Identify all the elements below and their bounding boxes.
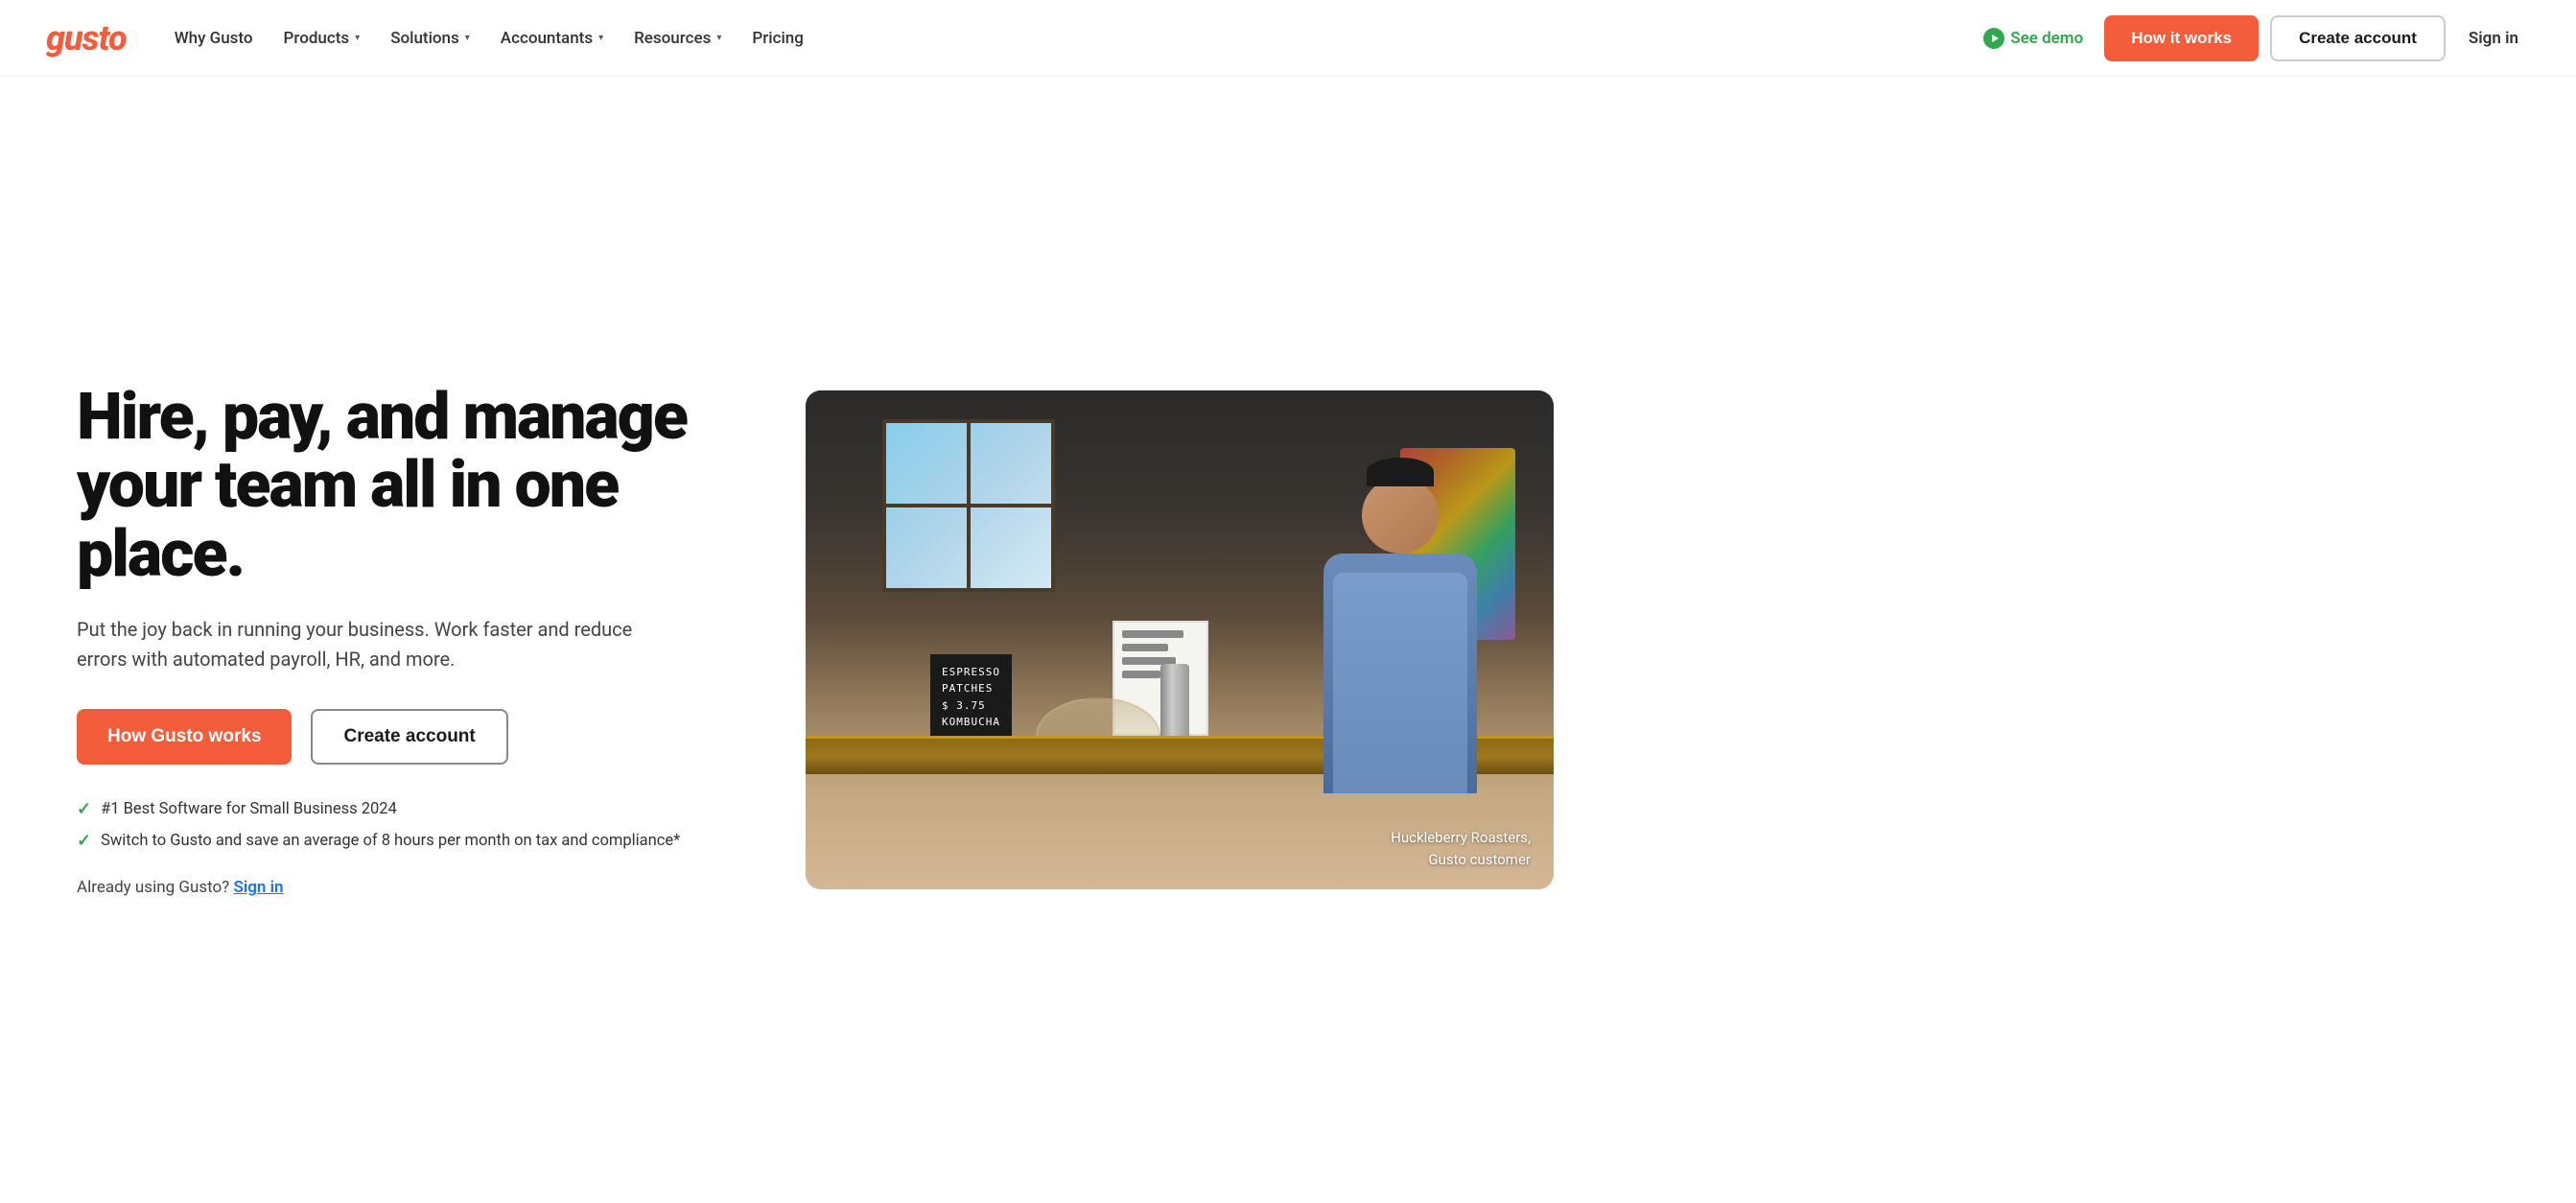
play-icon bbox=[1983, 28, 2004, 49]
nav-item-solutions[interactable]: Solutions ▾ bbox=[377, 21, 483, 56]
trust-item-1: ✓ #1 Best Software for Small Business 20… bbox=[77, 799, 729, 819]
hero-subtitle: Put the joy back in running your busines… bbox=[77, 615, 633, 674]
chevron-down-icon: ▾ bbox=[598, 33, 603, 43]
chevron-down-icon: ▾ bbox=[465, 33, 470, 43]
check-icon: ✓ bbox=[77, 831, 91, 851]
person-figure bbox=[1323, 477, 1477, 793]
how-it-works-button[interactable]: How it works bbox=[2104, 15, 2259, 61]
trust-item-2: ✓ Switch to Gusto and save an average of… bbox=[77, 831, 729, 851]
image-caption: Huckleberry Roasters, Gusto customer bbox=[1391, 827, 1531, 870]
nav-item-accountants[interactable]: Accountants ▾ bbox=[487, 21, 617, 56]
nav-label-resources: Resources bbox=[634, 29, 711, 48]
see-demo-link[interactable]: See demo bbox=[1974, 20, 2093, 57]
hero-image: ESPRESSOPATCHES$ 3.75KOMBUCHA Huckleberr… bbox=[806, 390, 1554, 889]
trust-text-2: Switch to Gusto and save an average of 8… bbox=[101, 832, 680, 850]
nav-item-resources[interactable]: Resources ▾ bbox=[621, 21, 735, 56]
nav-label-pricing: Pricing bbox=[752, 29, 804, 48]
hero-image-inner: ESPRESSOPATCHES$ 3.75KOMBUCHA Huckleberr… bbox=[806, 390, 1554, 889]
nav-item-products[interactable]: Products ▾ bbox=[270, 21, 374, 56]
see-demo-label: See demo bbox=[2010, 29, 2083, 48]
gusto-logo[interactable]: gusto bbox=[46, 18, 127, 59]
window-element bbox=[882, 419, 1055, 592]
trust-items: ✓ #1 Best Software for Small Business 20… bbox=[77, 799, 729, 851]
chevron-down-icon: ▾ bbox=[716, 33, 721, 43]
caption-line1: Huckleberry Roasters, bbox=[1391, 829, 1531, 846]
espresso-sign: ESPRESSOPATCHES$ 3.75KOMBUCHA bbox=[930, 654, 1012, 741]
window-cross-vertical bbox=[967, 423, 971, 588]
create-account-nav-button[interactable]: Create account bbox=[2270, 15, 2446, 61]
caption-line2: Gusto customer bbox=[1428, 851, 1531, 868]
check-icon: ✓ bbox=[77, 799, 91, 819]
person-head bbox=[1362, 477, 1439, 554]
navigation: gusto Why Gusto Products ▾ Solutions ▾ A… bbox=[0, 0, 2576, 77]
menu-line bbox=[1122, 671, 1160, 678]
thermos bbox=[1160, 664, 1189, 741]
chevron-down-icon: ▾ bbox=[355, 33, 360, 43]
sign-in-nav-link[interactable]: Sign in bbox=[2457, 21, 2530, 56]
already-using-text: Already using Gusto? Sign in bbox=[77, 878, 729, 897]
menu-line bbox=[1122, 630, 1183, 638]
person-body bbox=[1323, 554, 1477, 793]
nav-label-why-gusto: Why Gusto bbox=[175, 29, 253, 48]
hero-content: Hire, pay, and manage your team all in o… bbox=[77, 383, 729, 897]
sign-in-hero-link[interactable]: Sign in bbox=[233, 878, 283, 897]
hero-title: Hire, pay, and manage your team all in o… bbox=[77, 383, 729, 588]
nav-label-products: Products bbox=[284, 29, 350, 48]
how-gusto-works-button[interactable]: How Gusto works bbox=[77, 709, 292, 765]
nav-item-why-gusto[interactable]: Why Gusto bbox=[161, 21, 267, 56]
hero-buttons: How Gusto works Create account bbox=[77, 709, 729, 765]
nav-label-accountants: Accountants bbox=[501, 29, 593, 48]
trust-text-1: #1 Best Software for Small Business 2024 bbox=[101, 800, 397, 818]
create-account-hero-button[interactable]: Create account bbox=[311, 709, 507, 765]
nav-right: See demo How it works Create account Sig… bbox=[1974, 15, 2530, 61]
nav-links: Why Gusto Products ▾ Solutions ▾ Account… bbox=[161, 21, 1975, 56]
menu-line bbox=[1122, 644, 1168, 651]
hero-section: Hire, pay, and manage your team all in o… bbox=[0, 77, 2576, 1203]
nav-item-pricing[interactable]: Pricing bbox=[738, 21, 817, 56]
nav-label-solutions: Solutions bbox=[390, 29, 459, 48]
